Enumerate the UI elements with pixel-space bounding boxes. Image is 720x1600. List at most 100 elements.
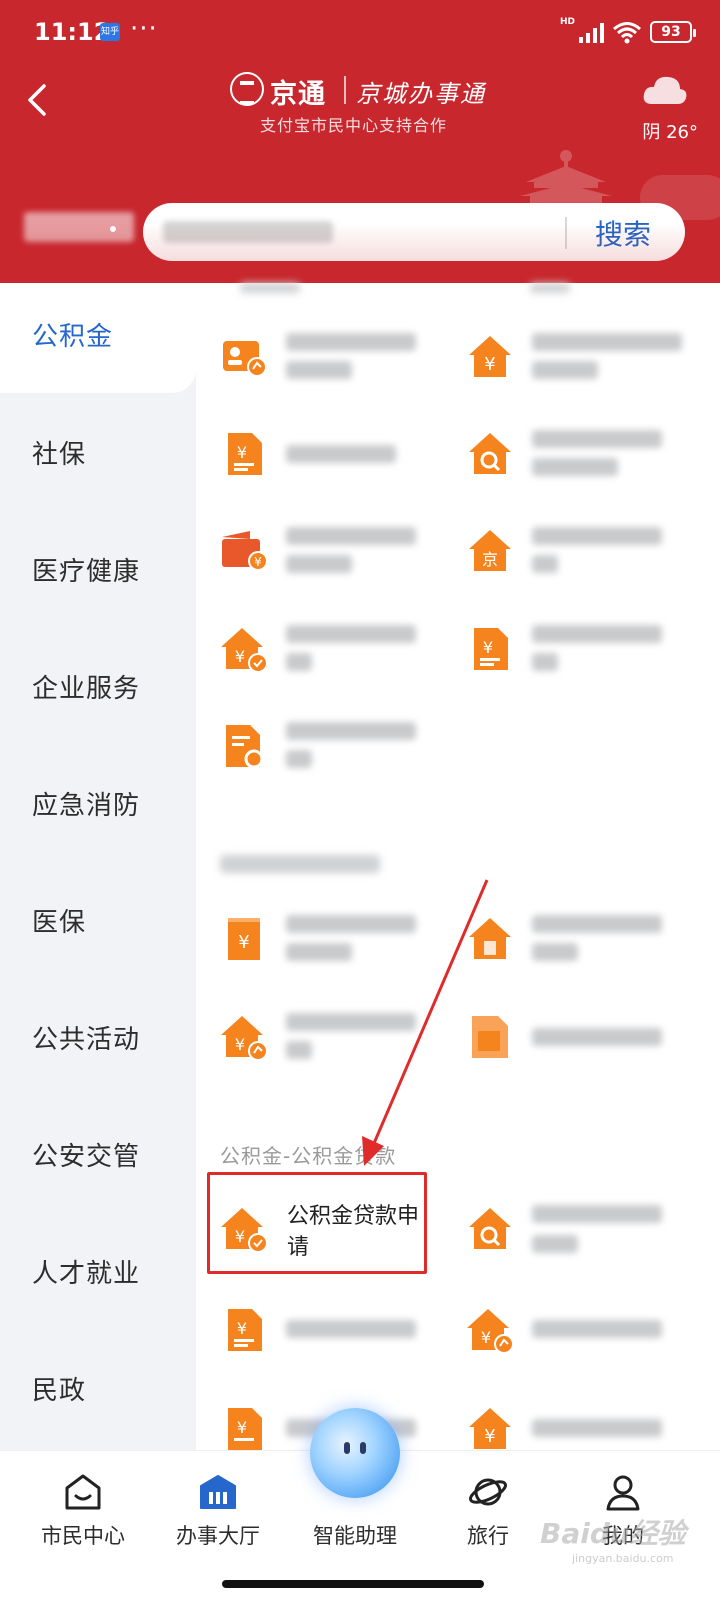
sidebar-item-enterprise-services[interactable]: 企业服务 <box>32 668 140 705</box>
svg-text:¥: ¥ <box>484 1426 495 1447</box>
service-item[interactable]: 京 <box>466 527 696 587</box>
svg-text:¥: ¥ <box>237 443 247 462</box>
brand-calligraphy: 京城办事通 <box>356 80 486 108</box>
brand: 京通 京城办事通 支付宝市民中心支持合作 <box>226 66 486 136</box>
house-jing-icon: 京 <box>469 530 511 571</box>
house-search-icon <box>469 433 511 474</box>
zhihu-notification-icon: 知乎 <box>100 23 120 41</box>
cropped-label <box>530 283 570 293</box>
status-bar: 11:12 知乎 ··· HD 93 <box>0 0 720 66</box>
svg-text:¥: ¥ <box>254 555 262 569</box>
location-selector[interactable] <box>24 212 134 242</box>
wifi-icon <box>613 22 641 44</box>
location-dot <box>110 226 116 232</box>
service-item[interactable]: ¥ <box>220 430 450 490</box>
sidebar-item-emergency-fire[interactable]: 应急消防 <box>32 785 140 822</box>
service-item[interactable] <box>466 430 696 490</box>
service-item[interactable]: ¥ <box>466 1405 696 1450</box>
receipt-yuan-icon: ¥ <box>228 918 260 960</box>
nav-smart-assistant[interactable]: 智能助理 <box>300 1462 410 1552</box>
house-yuan-check-icon: ¥ <box>221 628 268 673</box>
search-bar[interactable]: 搜索 <box>143 203 685 261</box>
section-title <box>220 855 380 873</box>
service-item[interactable]: ¥ <box>220 1306 450 1366</box>
baidu-watermark: Baidu经验 <box>540 1517 686 1550</box>
nav-service-hall[interactable]: 办事大厅 <box>163 1462 273 1552</box>
search-button[interactable]: 搜索 <box>595 213 651 253</box>
loan-section-title: 公积金-公积金贷款 <box>220 1144 397 1168</box>
weather-text: 阴 26° <box>642 122 698 143</box>
annotation-highlight-box <box>207 1172 427 1274</box>
svg-text:¥: ¥ <box>484 354 495 375</box>
service-item[interactable]: ¥ <box>220 625 450 685</box>
status-indicators: HD 93 <box>559 17 696 44</box>
more-notifications-icon: ··· <box>130 14 158 44</box>
yuan-document-icon: ¥ <box>228 433 262 475</box>
nav-label: 旅行 <box>467 1524 509 1548</box>
person-icon <box>606 1475 640 1511</box>
folder-document-icon <box>472 1016 508 1058</box>
service-item[interactable] <box>466 1013 696 1073</box>
house-yuan-icon: ¥ <box>469 1408 511 1449</box>
cloud-icon <box>643 76 687 104</box>
nav-label: 智能助理 <box>313 1524 397 1548</box>
nav-citizen-center[interactable]: 市民中心 <box>28 1462 138 1552</box>
hall-icon <box>200 1475 236 1509</box>
house-yuan-icon: ¥ <box>469 336 511 377</box>
baidu-watermark-url: jingyan.baidu.com <box>572 1552 674 1565</box>
house-search-icon <box>469 1208 511 1249</box>
yuan-document-icon: ¥ <box>228 1408 262 1450</box>
signal-icon <box>579 21 604 43</box>
brand-name: 京通 <box>270 79 326 110</box>
home-indicator[interactable] <box>222 1580 484 1588</box>
home-smile-icon <box>65 1474 101 1510</box>
service-item[interactable]: ¥ <box>466 625 696 685</box>
search-input[interactable] <box>163 221 333 243</box>
sidebar-item-talent-employment[interactable]: 人才就业 <box>32 1253 140 1290</box>
nav-label: 办事大厅 <box>176 1524 260 1548</box>
svg-text:¥: ¥ <box>481 1328 491 1347</box>
svg-text:¥: ¥ <box>238 932 249 953</box>
service-item[interactable]: ¥ <box>220 915 450 975</box>
back-button[interactable] <box>20 80 56 120</box>
sidebar-item-medical-insurance[interactable]: 医保 <box>32 902 86 939</box>
nav-travel[interactable]: 旅行 <box>433 1462 543 1552</box>
house-yuan-transfer-icon: ¥ <box>221 1016 268 1061</box>
service-item[interactable] <box>466 1205 696 1265</box>
service-item[interactable] <box>220 333 450 393</box>
sidebar-item-public-activities[interactable]: 公共活动 <box>32 1019 140 1056</box>
brand-divider <box>344 76 346 104</box>
wallet-yuan-icon: ¥ <box>222 531 268 571</box>
battery-icon: 93 <box>650 21 696 43</box>
search-divider <box>565 217 567 249</box>
house-yuan-transfer-icon: ¥ <box>467 1309 514 1354</box>
yuan-document-icon: ¥ <box>474 628 508 670</box>
sidebar-item-police-traffic[interactable]: 公安交管 <box>32 1136 140 1173</box>
brand-subtitle: 支付宝市民中心支持合作 <box>260 116 448 135</box>
svg-text:¥: ¥ <box>483 638 493 657</box>
svg-text:¥: ¥ <box>237 1319 247 1338</box>
hd-label: HD <box>559 17 575 27</box>
service-item[interactable] <box>220 722 450 782</box>
sidebar-item-civil-affairs[interactable]: 民政 <box>32 1370 86 1407</box>
svg-text:京: 京 <box>482 550 498 569</box>
jingtong-logo-icon <box>230 72 264 106</box>
cropped-label <box>240 283 300 293</box>
service-item[interactable]: ¥ <box>220 527 450 587</box>
sidebar-item-housing-fund[interactable]: 公积金 <box>32 316 113 353</box>
service-item[interactable]: ¥ <box>466 333 696 393</box>
planet-icon <box>469 1478 507 1506</box>
status-time: 11:12 <box>34 18 111 46</box>
sidebar-item-medical-health[interactable]: 医疗健康 <box>32 551 140 588</box>
weather-widget[interactable]: 阴 26° <box>628 70 698 143</box>
yuan-document-icon: ¥ <box>228 1309 262 1351</box>
svg-text:¥: ¥ <box>235 1035 245 1054</box>
service-item[interactable]: ¥ <box>220 1013 450 1073</box>
screen: 11:12 知乎 ··· HD 93 京通 京城办事通 支付宝市民中心支持合作 … <box>0 0 720 1600</box>
svg-text:¥: ¥ <box>235 647 245 666</box>
service-item[interactable] <box>466 915 696 975</box>
id-card-refresh-icon <box>223 341 267 377</box>
service-item[interactable]: ¥ <box>466 1306 696 1366</box>
sidebar-item-social-security[interactable]: 社保 <box>32 434 86 471</box>
header: 11:12 知乎 ··· HD 93 京通 京城办事通 支付宝市民中心支持合作 … <box>0 0 720 283</box>
